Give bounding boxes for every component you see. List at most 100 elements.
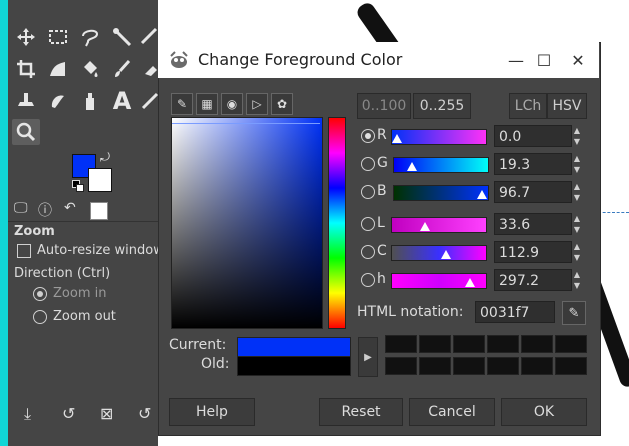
channel-l-spinner[interactable]: ▲ ▼ bbox=[570, 213, 584, 235]
channel-g-label: G bbox=[377, 155, 388, 171]
tool-options-tab-icon[interactable]: 🖵 bbox=[14, 200, 34, 220]
channel-b-value[interactable]: 96.7 bbox=[494, 181, 572, 203]
smudge-tool-icon[interactable] bbox=[44, 88, 72, 114]
range-0-255-button[interactable]: 0..255 bbox=[413, 93, 471, 119]
images-tab-icon[interactable] bbox=[90, 202, 108, 220]
save-options-icon[interactable]: ⤓ bbox=[24, 404, 31, 424]
paintbrush-tool-icon[interactable] bbox=[108, 56, 136, 82]
channel-g-value[interactable]: 19.3 bbox=[494, 153, 572, 175]
reset-options-icon[interactable]: ↺ bbox=[138, 404, 151, 423]
sv-cursor-line bbox=[172, 123, 320, 124]
current-label: Current: bbox=[169, 337, 227, 353]
restore-options-icon[interactable]: ↺ bbox=[62, 404, 75, 423]
zoom-in-radio[interactable] bbox=[33, 287, 47, 301]
channel-h-spinner[interactable]: ▲ ▼ bbox=[570, 269, 584, 291]
zoom-out-radio[interactable] bbox=[33, 310, 47, 324]
color-history-swatch[interactable] bbox=[555, 357, 587, 375]
swap-colors-icon[interactable]: ⤾ bbox=[100, 150, 110, 165]
crop-tool-icon[interactable] bbox=[12, 56, 40, 82]
auto-resize-label: Auto-resize window bbox=[37, 243, 164, 258]
channel-l-slider[interactable] bbox=[391, 217, 487, 233]
tab-separator bbox=[8, 221, 158, 222]
color-picker-icon[interactable]: ✎ bbox=[562, 301, 586, 325]
color-history-swatch[interactable] bbox=[453, 357, 485, 375]
move-tool-icon[interactable] bbox=[12, 24, 40, 50]
change-foreground-color-dialog: ✎ ▦ ◉ ▷ ✿ 0..100 0..255 LCh HSV R 0.0 ▲ ▼… bbox=[158, 42, 601, 436]
color-history-swatch[interactable] bbox=[419, 335, 451, 353]
channel-g-spinner[interactable]: ▲ ▼ bbox=[570, 153, 584, 175]
ok-button[interactable]: OK bbox=[501, 398, 587, 426]
color-history-swatch[interactable] bbox=[555, 335, 587, 353]
device-status-tab-icon[interactable]: ⓘ bbox=[38, 200, 58, 220]
close-icon[interactable]: ✕ bbox=[566, 48, 590, 72]
channel-l-radio[interactable] bbox=[361, 217, 375, 231]
channel-b-slider[interactable] bbox=[393, 185, 489, 201]
default-colors-icon[interactable] bbox=[72, 180, 84, 192]
range-0-100-button[interactable]: 0..100 bbox=[357, 93, 411, 119]
delete-options-icon[interactable]: ⊠ bbox=[100, 404, 113, 423]
color-history-swatch[interactable] bbox=[521, 357, 553, 375]
channel-r-radio[interactable] bbox=[361, 129, 375, 143]
warp-transform-tool-icon[interactable] bbox=[44, 56, 72, 82]
help-button[interactable]: Help bbox=[169, 398, 255, 426]
reset-button[interactable]: Reset bbox=[319, 398, 403, 426]
color-history-swatch[interactable] bbox=[453, 335, 485, 353]
wheel-selector-tab-icon[interactable]: ▷ bbox=[246, 93, 268, 115]
html-notation-input[interactable]: 0031f7 bbox=[475, 301, 555, 323]
zoom-in-label: Zoom in bbox=[53, 286, 107, 301]
maximize-icon[interactable]: ☐ bbox=[532, 48, 556, 72]
dialog-titlebar[interactable]: Change Foreground Color — ☐ ✕ bbox=[158, 42, 599, 78]
cmyk-selector-tab-icon[interactable]: ▦ bbox=[196, 93, 218, 115]
channel-h-value[interactable]: 297.2 bbox=[494, 269, 572, 291]
gimp-logo-icon bbox=[168, 50, 190, 70]
channel-h-label: h bbox=[377, 271, 386, 287]
channel-g-radio[interactable] bbox=[361, 157, 375, 171]
color-history-swatch[interactable] bbox=[487, 335, 519, 353]
channel-b-spinner[interactable]: ▲ ▼ bbox=[570, 181, 584, 203]
auto-resize-checkbox[interactable] bbox=[17, 244, 31, 258]
dodge-burn-tool-icon[interactable] bbox=[76, 88, 104, 114]
channel-g-marker bbox=[407, 162, 417, 171]
channel-c-radio[interactable] bbox=[361, 245, 375, 259]
color-history-swatch[interactable] bbox=[419, 357, 451, 375]
channel-r-spinner[interactable]: ▲ ▼ bbox=[570, 125, 584, 147]
channel-l-label: L bbox=[377, 215, 385, 231]
channel-r-slider[interactable] bbox=[391, 129, 487, 145]
minimize-icon[interactable]: — bbox=[504, 48, 528, 72]
undo-history-tab-icon[interactable]: ↶ bbox=[64, 200, 84, 220]
cancel-button[interactable]: Cancel bbox=[409, 398, 495, 426]
text-tool-icon[interactable]: A bbox=[108, 87, 136, 115]
channel-b-radio[interactable] bbox=[361, 185, 375, 199]
color-history-swatch[interactable] bbox=[385, 335, 417, 353]
hsv-mode-button[interactable]: HSV bbox=[547, 93, 587, 119]
channel-r-value[interactable]: 0.0 bbox=[494, 125, 572, 147]
zoom-out-label: Zoom out bbox=[53, 309, 116, 324]
bucket-fill-tool-icon[interactable] bbox=[76, 56, 104, 82]
channel-r-label: R bbox=[377, 127, 387, 143]
zoom-tool-icon[interactable] bbox=[12, 119, 40, 145]
fuzzy-select-tool-icon[interactable] bbox=[108, 24, 136, 50]
gimp-selector-tab-icon[interactable]: ✎ bbox=[171, 93, 193, 115]
old-color-swatch bbox=[237, 356, 351, 376]
color-history-swatch[interactable] bbox=[487, 357, 519, 375]
color-history-swatch[interactable] bbox=[385, 357, 417, 375]
rect-select-tool-icon[interactable] bbox=[44, 24, 72, 50]
background-color-swatch[interactable] bbox=[88, 168, 112, 192]
add-to-history-button[interactable]: ▶ bbox=[358, 337, 378, 377]
free-select-tool-icon[interactable] bbox=[76, 24, 104, 50]
lch-mode-button[interactable]: LCh bbox=[509, 93, 547, 119]
canvas-guide-line bbox=[598, 212, 629, 213]
html-notation-label: HTML notation: bbox=[357, 304, 464, 320]
channel-l-value[interactable]: 33.6 bbox=[494, 213, 572, 235]
channel-c-spinner[interactable]: ▲ ▼ bbox=[570, 241, 584, 263]
channel-h-radio[interactable] bbox=[361, 273, 375, 287]
palette-selector-tab-icon[interactable]: ✿ bbox=[271, 93, 293, 115]
clone-tool-icon[interactable] bbox=[12, 88, 40, 114]
hue-strip[interactable] bbox=[328, 117, 346, 329]
channel-c-value[interactable]: 112.9 bbox=[494, 241, 572, 263]
channel-c-slider[interactable] bbox=[391, 245, 487, 261]
color-history-swatch[interactable] bbox=[521, 335, 553, 353]
watercolor-selector-tab-icon[interactable]: ◉ bbox=[221, 93, 243, 115]
channel-b-marker bbox=[477, 190, 487, 199]
saturation-value-square[interactable] bbox=[171, 117, 323, 329]
